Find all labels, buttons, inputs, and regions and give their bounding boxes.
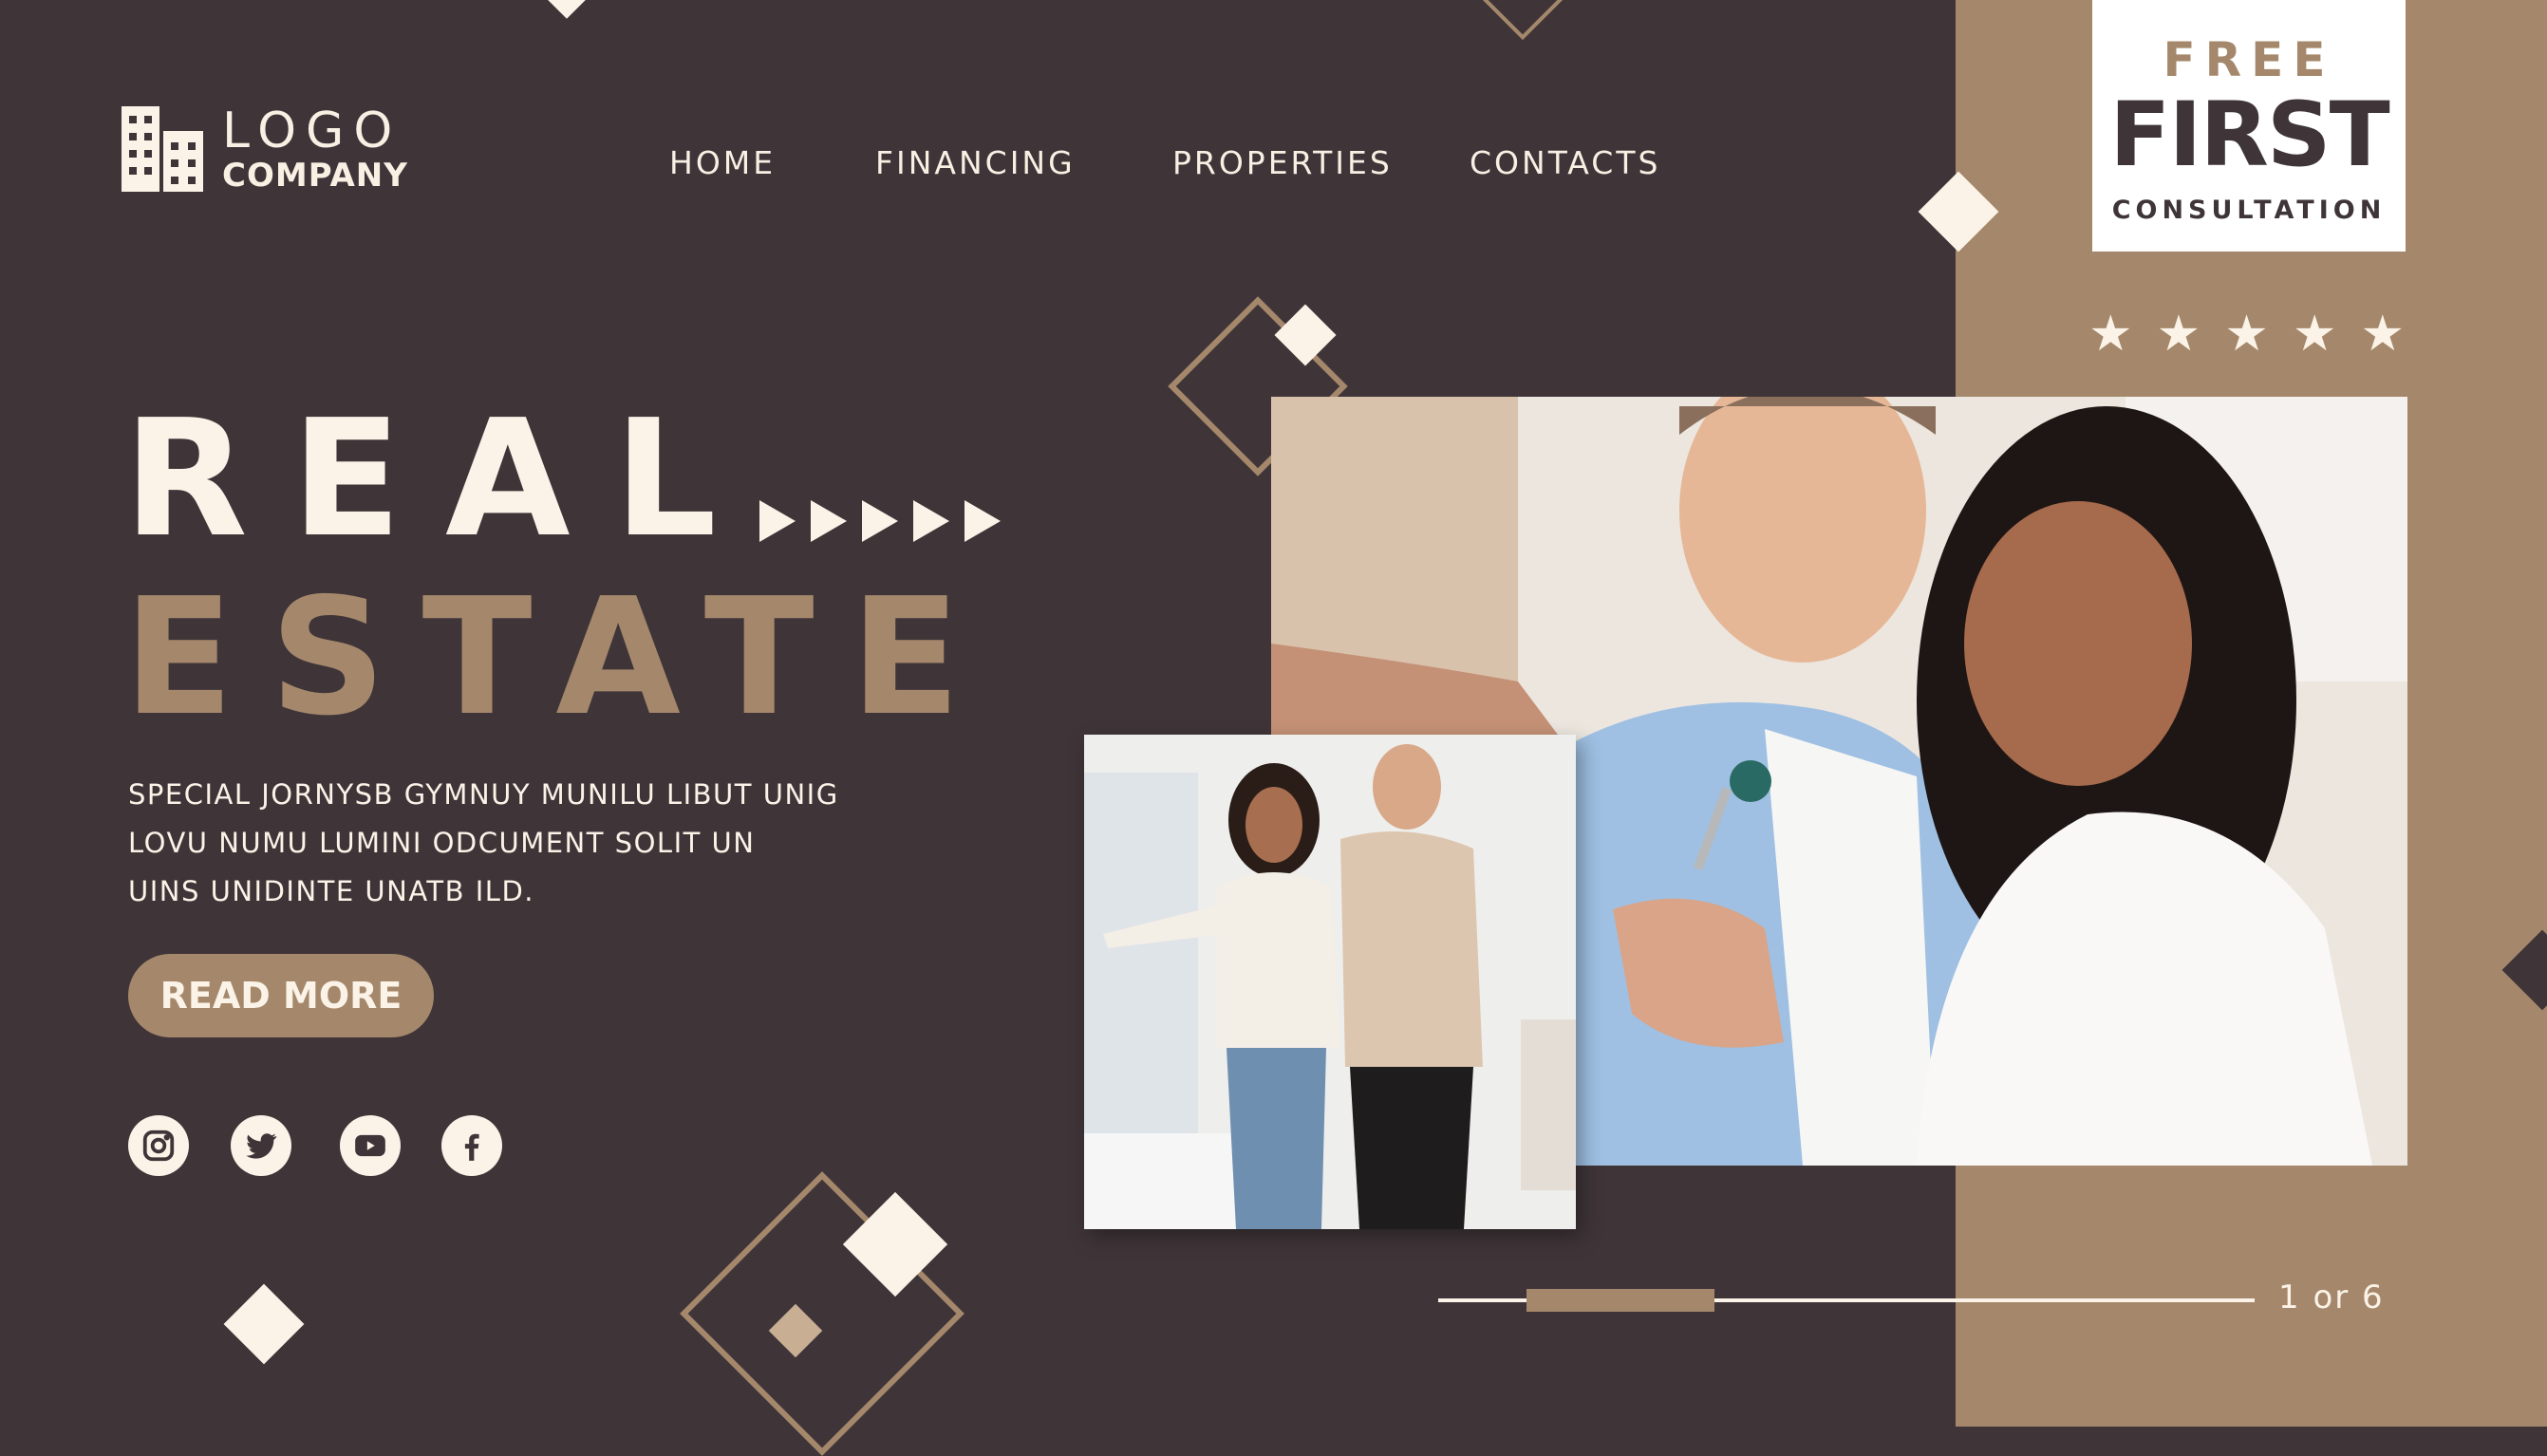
facebook-icon[interactable]	[441, 1115, 502, 1176]
nav-properties[interactable]: PROPERTIES	[1172, 144, 1393, 181]
free-consultation-badge[interactable]: FREE FIRST CONSULTATION	[2092, 0, 2406, 252]
secondary-photo-couple	[1084, 735, 1576, 1229]
slider-thumb[interactable]	[1526, 1289, 1714, 1312]
hero-title-line1: REAL	[123, 385, 760, 573]
company-logo[interactable]: LOGO COMPANY	[122, 106, 408, 192]
star-icon: ★	[2224, 307, 2269, 362]
hero-title-line2: ESTATE	[123, 564, 997, 752]
star-icon: ★	[2292, 307, 2337, 362]
nav-contacts[interactable]: CONTACTS	[1470, 144, 1660, 181]
badge-line-first: FIRST	[2109, 84, 2389, 187]
badge-line-free: FREE	[2163, 32, 2335, 87]
twitter-icon[interactable]	[231, 1115, 291, 1176]
slide-counter: 1 or 6	[2278, 1279, 2385, 1316]
decor-diamond-outline	[680, 1171, 964, 1456]
play-arrow-icon	[862, 500, 898, 542]
badge-line-consultation: CONSULTATION	[2111, 196, 2387, 225]
play-arrow-icon	[964, 500, 1001, 542]
description-line: UINS UNIDINTE UNATB ILD.	[128, 875, 534, 907]
youtube-icon[interactable]	[340, 1115, 401, 1176]
instagram-icon[interactable]	[128, 1115, 189, 1176]
logo-title: LOGO	[222, 103, 403, 159]
play-arrow-icon	[759, 500, 796, 542]
logo-subtitle: COMPANY	[222, 157, 408, 195]
rating-stars: ★ ★ ★ ★ ★	[2088, 309, 2405, 359]
read-more-button[interactable]: READ MORE	[128, 954, 434, 1037]
star-icon: ★	[2088, 307, 2133, 362]
arrows-decoration	[759, 500, 1001, 542]
nav-financing[interactable]: FINANCING	[875, 144, 1076, 181]
play-arrow-icon	[811, 500, 847, 542]
star-icon: ★	[2156, 307, 2201, 362]
decor-diamond	[223, 1283, 305, 1365]
hero-description: SPECIAL JORNYSB GYMNUY MUNILU LIBUT UNIG…	[128, 771, 945, 916]
building-icon	[122, 106, 203, 192]
nav-home[interactable]: HOME	[669, 144, 776, 181]
decor-diamond	[548, 0, 586, 19]
description-line: SPECIAL JORNYSB GYMNUY MUNILU LIBUT UNIG	[128, 778, 839, 811]
star-icon: ★	[2360, 307, 2406, 362]
decor-diamond-outline	[1476, 0, 1569, 41]
description-line: LOVU NUMU LUMINI ODCUMENT SOLIT UN	[128, 827, 756, 859]
play-arrow-icon	[913, 500, 949, 542]
